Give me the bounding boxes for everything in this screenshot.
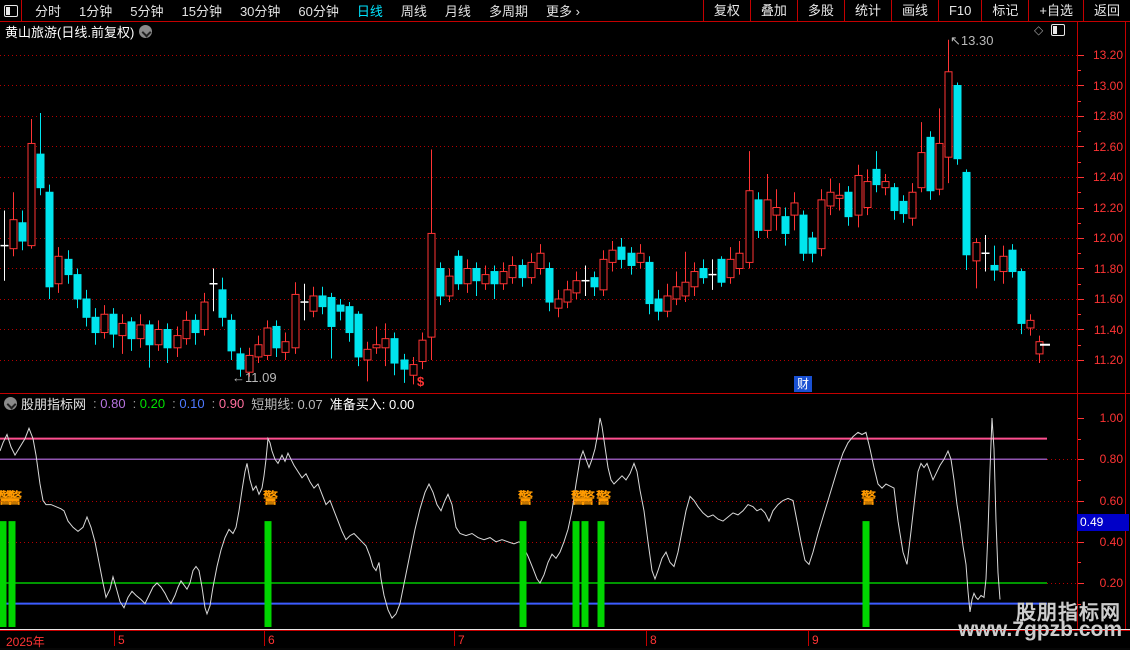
indicator-param: : 0.80: [93, 395, 126, 411]
x-axis-label: 9: [812, 633, 819, 647]
warning-mark: 警: [579, 490, 595, 507]
short-line-label: 短期线: 0.07: [251, 397, 323, 412]
indicator-params: : 0.80 : 0.20 : 0.10 : 0.90: [86, 395, 244, 413]
x-axis-label: 8: [650, 633, 657, 647]
indicator-param: : 0.90: [211, 395, 245, 411]
chart-canvas: [0, 39, 1130, 650]
month-separator: [264, 631, 265, 646]
peak-price-annotation: ↖13.30: [950, 33, 994, 48]
x-axis-label: 5: [118, 633, 125, 647]
axis-right-border: [1125, 22, 1126, 647]
x-axis-label: 7: [458, 633, 465, 647]
buy-point-dollar-mark: $: [417, 374, 425, 389]
indicator-name[interactable]: 股朋指标网: [21, 394, 86, 413]
low-price-annotation: ←11.09: [232, 370, 277, 385]
indicator-param: : 0.20: [132, 395, 166, 411]
month-separator: [454, 631, 455, 646]
month-separator: [808, 631, 809, 646]
warning-mark: 警: [517, 490, 533, 507]
chevron-down-icon[interactable]: [4, 397, 17, 410]
axis-left-border: [1077, 22, 1078, 647]
warning-mark: 警: [6, 490, 22, 507]
warning-mark: 警: [860, 490, 876, 507]
warning-mark: 警: [262, 490, 278, 507]
month-separator: [646, 631, 647, 646]
current-value-badge: 0.49: [1077, 514, 1129, 531]
cai-badge[interactable]: 财: [794, 376, 812, 392]
watermark-url: www.7gpzb.com: [958, 618, 1122, 641]
warning-mark: 警: [595, 490, 611, 507]
buy-signal-label: 准备买入: 0.00: [329, 397, 415, 412]
indicator-header: 股朋指标网 : 0.80 : 0.20 : 0.10 : 0.90 短期线: 0.07…: [0, 395, 1050, 412]
trading-app-window: { "menu_bar": { "left_items": ["分时","1分钟…: [0, 0, 1130, 650]
indicator-param: : 0.10: [172, 395, 205, 411]
month-separator: [114, 631, 115, 646]
x-axis-label: 6: [268, 633, 275, 647]
